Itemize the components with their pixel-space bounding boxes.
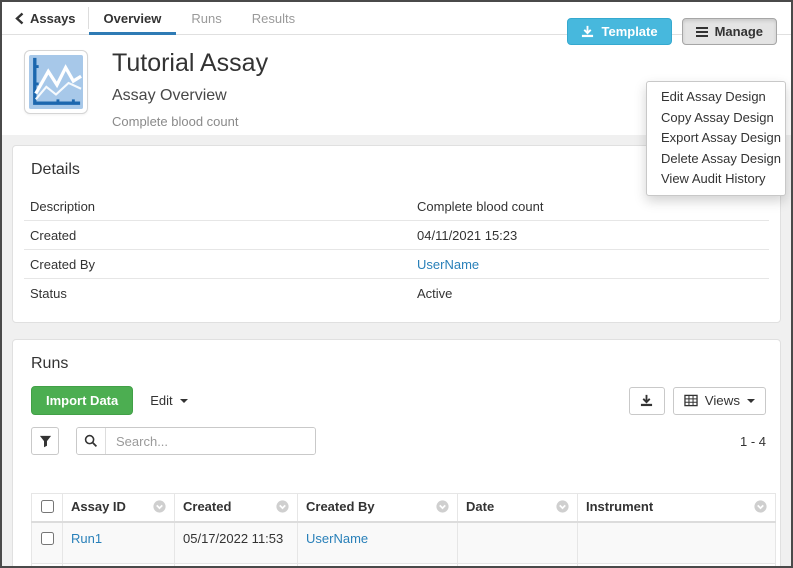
template-button-label: Template <box>601 24 657 40</box>
menu-item-copy-assay-design[interactable]: Copy Assay Design <box>647 108 785 129</box>
column-menu-icon[interactable] <box>153 500 166 513</box>
column-menu-icon[interactable] <box>436 500 449 513</box>
views-label: Views <box>705 393 740 408</box>
cell-created: 05/17/2022 11:53 <box>175 522 298 563</box>
column-menu-icon[interactable] <box>276 500 289 513</box>
column-label: Created By <box>306 499 375 514</box>
runs-filter-toolbar: 1 - 4 <box>31 427 766 455</box>
column-header-created[interactable]: Created <box>175 494 298 523</box>
views-dropdown-button[interactable]: Views <box>673 387 766 415</box>
filter-funnel-icon <box>39 435 52 448</box>
detail-label: Status <box>30 286 417 301</box>
details-row-created-by: Created By UserName <box>24 250 769 279</box>
select-all-checkbox[interactable] <box>41 500 54 513</box>
hamburger-icon <box>696 27 708 37</box>
manage-button[interactable]: Manage <box>682 18 777 45</box>
column-label: Date <box>466 499 494 514</box>
table-row: Run1 05/17/2022 11:53 UserName <box>32 522 776 563</box>
detail-value: Complete blood count <box>417 199 763 214</box>
runs-toolbar: Import Data Edit <box>31 386 769 415</box>
download-icon <box>640 394 653 407</box>
cell-instrument <box>578 522 776 563</box>
tab-runs-label: Runs <box>191 11 221 26</box>
column-menu-icon[interactable] <box>754 500 767 513</box>
filter-button[interactable] <box>31 427 59 455</box>
assay-thumbnail <box>24 50 88 114</box>
menu-item-view-audit-history[interactable]: View Audit History <box>647 169 785 190</box>
row-select-cell <box>32 563 63 568</box>
grid-header-row: Assay ID Created <box>32 494 776 523</box>
detail-label: Description <box>30 199 417 214</box>
tab-results-label: Results <box>252 11 295 26</box>
search-input[interactable] <box>106 428 315 454</box>
manage-dropdown-menu: Edit Assay Design Copy Assay Design Expo… <box>646 81 786 196</box>
back-label: Assays <box>30 11 76 26</box>
caret-down-icon <box>180 399 188 403</box>
export-download-button[interactable] <box>629 387 665 415</box>
column-label: Instrument <box>586 499 653 514</box>
cell-date <box>458 563 578 568</box>
tab-overview[interactable]: Overview <box>89 2 177 34</box>
runs-grid: Assay ID Created <box>31 493 776 568</box>
assay-description: Complete blood count <box>112 114 268 129</box>
cell-created: 04/14/2022 10:21 <box>175 563 298 568</box>
page-title: Tutorial Assay <box>112 50 268 78</box>
cell-instrument <box>578 563 776 568</box>
menu-item-delete-assay-design[interactable]: Delete Assay Design <box>647 149 785 170</box>
template-button[interactable]: Template <box>567 18 671 45</box>
column-menu-icon[interactable] <box>556 500 569 513</box>
tab-results[interactable]: Results <box>237 2 310 34</box>
tab-runs[interactable]: Runs <box>176 2 236 34</box>
created-by-user-link[interactable]: UserName <box>306 531 368 546</box>
details-row-description: Description Complete blood count <box>24 192 769 221</box>
column-header-instrument[interactable]: Instrument <box>578 494 776 523</box>
row-checkbox[interactable] <box>41 532 54 545</box>
page-body: Details Description Complete blood count… <box>2 135 791 568</box>
runs-panel: Runs Import Data Edit <box>12 339 781 568</box>
details-row-created: Created 04/11/2021 15:23 <box>24 221 769 250</box>
table-row: Run4 04/14/2022 10:21 UserName <box>32 563 776 568</box>
detail-value: Active <box>417 286 763 301</box>
import-data-label: Import Data <box>46 393 118 409</box>
page-subtitle: Assay Overview <box>112 87 268 105</box>
app-window: Assays Overview Runs Results Tutorial As… <box>0 0 793 568</box>
assay-title-block: Tutorial Assay Assay Overview Complete b… <box>112 50 268 135</box>
search-icon <box>84 434 98 448</box>
caret-down-icon <box>747 399 755 403</box>
details-row-status: Status Active <box>24 279 769 307</box>
chevron-left-icon <box>14 12 25 25</box>
import-data-button[interactable]: Import Data <box>31 386 133 415</box>
edit-dropdown-button[interactable]: Edit <box>150 393 187 408</box>
detail-value: 04/11/2021 15:23 <box>417 228 763 243</box>
row-select-cell <box>32 522 63 563</box>
line-chart-icon <box>29 55 83 109</box>
header-actions: Template Manage <box>567 18 777 45</box>
edit-label: Edit <box>150 393 172 408</box>
search-button[interactable] <box>77 428 106 454</box>
detail-label: Created <box>30 228 417 243</box>
column-header-assay-id[interactable]: Assay ID <box>63 494 175 523</box>
column-label: Assay ID <box>71 499 126 514</box>
table-grid-icon <box>684 394 698 407</box>
cell-date <box>458 522 578 563</box>
menu-item-export-assay-design[interactable]: Export Assay Design <box>647 128 785 149</box>
select-all-header-cell <box>32 494 63 523</box>
column-label: Created <box>183 499 231 514</box>
column-header-date[interactable]: Date <box>458 494 578 523</box>
tab-overview-label: Overview <box>104 11 162 26</box>
download-icon <box>581 25 594 38</box>
search-group <box>76 427 316 455</box>
pagination-counter: 1 - 4 <box>740 434 766 449</box>
detail-label: Created By <box>30 257 417 272</box>
created-by-user-link[interactable]: UserName <box>417 257 479 272</box>
back-to-assays-link[interactable]: Assays <box>2 2 88 34</box>
run-link[interactable]: Run1 <box>71 531 102 546</box>
runs-panel-title: Runs <box>31 355 769 373</box>
runs-toolbar-right: Views <box>629 387 766 415</box>
column-header-created-by[interactable]: Created By <box>298 494 458 523</box>
manage-button-label: Manage <box>715 24 763 40</box>
menu-item-edit-assay-design[interactable]: Edit Assay Design <box>647 87 785 108</box>
